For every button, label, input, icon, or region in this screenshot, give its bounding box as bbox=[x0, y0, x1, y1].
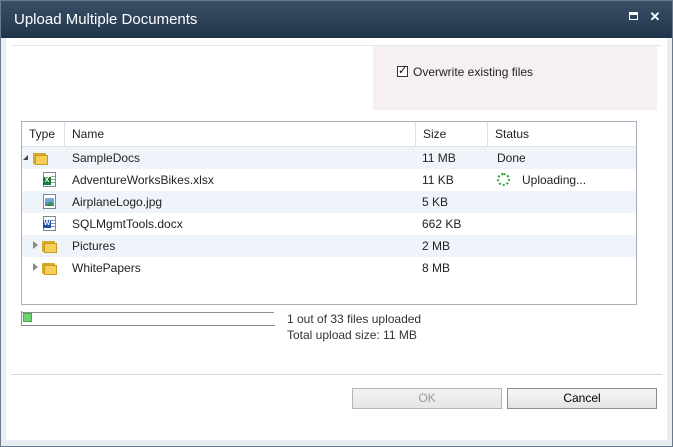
table-row[interactable]: AirplaneLogo.jpg 5 KB bbox=[22, 191, 636, 213]
restore-icon[interactable] bbox=[627, 10, 641, 24]
file-name: WhitePapers bbox=[72, 261, 141, 275]
column-header-type[interactable]: Type bbox=[22, 122, 65, 146]
folder-icon bbox=[42, 240, 57, 253]
progress-fill bbox=[23, 313, 32, 322]
table-row[interactable]: Pictures 2 MB bbox=[22, 235, 636, 257]
bottom-divider bbox=[11, 374, 662, 375]
overwrite-checkbox[interactable]: ✓ bbox=[397, 66, 408, 77]
table-row[interactable]: X AdventureWorksBikes.xlsx 11 KB Uploadi… bbox=[22, 169, 636, 191]
file-size: 5 KB bbox=[422, 195, 449, 209]
column-header-status[interactable]: Status bbox=[488, 122, 636, 146]
expand-icon[interactable] bbox=[33, 241, 38, 249]
table-row[interactable]: WhitePapers 8 MB bbox=[22, 257, 636, 279]
file-size: 2 MB bbox=[422, 239, 451, 253]
file-list-header: Type Name Size Status bbox=[22, 122, 636, 147]
expand-icon[interactable] bbox=[33, 263, 38, 271]
table-row[interactable]: SampleDocs 11 MB Done bbox=[22, 147, 636, 169]
progress-track-line bbox=[21, 312, 274, 313]
column-header-name[interactable]: Name bbox=[65, 122, 416, 146]
options-panel: ✓ Overwrite existing files bbox=[373, 46, 657, 110]
file-name: SampleDocs bbox=[72, 151, 141, 165]
ok-button[interactable]: OK bbox=[352, 388, 502, 409]
file-status: Uploading... bbox=[522, 173, 587, 187]
column-header-size[interactable]: Size bbox=[416, 122, 488, 146]
upload-dialog: Upload Multiple Documents ✕ ✓ Overwrite … bbox=[0, 0, 673, 447]
word-file-icon: W bbox=[43, 216, 56, 231]
file-name: AdventureWorksBikes.xlsx bbox=[72, 173, 214, 187]
file-size: 8 MB bbox=[422, 261, 451, 275]
upload-total-size: Total upload size: 11 MB bbox=[287, 328, 417, 342]
upload-progress-bar bbox=[21, 311, 275, 326]
file-size: 11 MB bbox=[422, 151, 456, 165]
folder-icon bbox=[42, 262, 57, 275]
loading-spinner-icon bbox=[497, 173, 510, 186]
excel-file-icon: X bbox=[43, 172, 56, 187]
close-icon[interactable]: ✕ bbox=[648, 10, 662, 24]
file-name: Pictures bbox=[72, 239, 116, 253]
file-name: AirplaneLogo.jpg bbox=[72, 195, 163, 209]
collapse-icon[interactable] bbox=[23, 155, 28, 160]
title-bar[interactable]: Upload Multiple Documents ✕ bbox=[1, 1, 672, 38]
image-file-icon bbox=[43, 194, 56, 209]
dialog-content: ✓ Overwrite existing files Type Name Siz… bbox=[6, 38, 667, 440]
file-name: SQLMgmtTools.docx bbox=[72, 217, 183, 231]
folder-icon bbox=[33, 152, 48, 165]
dialog-title: Upload Multiple Documents bbox=[14, 11, 198, 28]
overwrite-label[interactable]: Overwrite existing files bbox=[413, 65, 533, 79]
file-list: Type Name Size Status SampleDocs 11 MB D… bbox=[21, 121, 637, 305]
file-size: 662 KB bbox=[422, 217, 462, 231]
file-size: 11 KB bbox=[422, 173, 454, 187]
table-row[interactable]: W SQLMgmtTools.docx 662 KB bbox=[22, 213, 636, 235]
upload-summary: 1 out of 33 files uploaded bbox=[287, 312, 422, 326]
cancel-button[interactable]: Cancel bbox=[507, 388, 657, 409]
file-status: Done bbox=[497, 151, 526, 165]
